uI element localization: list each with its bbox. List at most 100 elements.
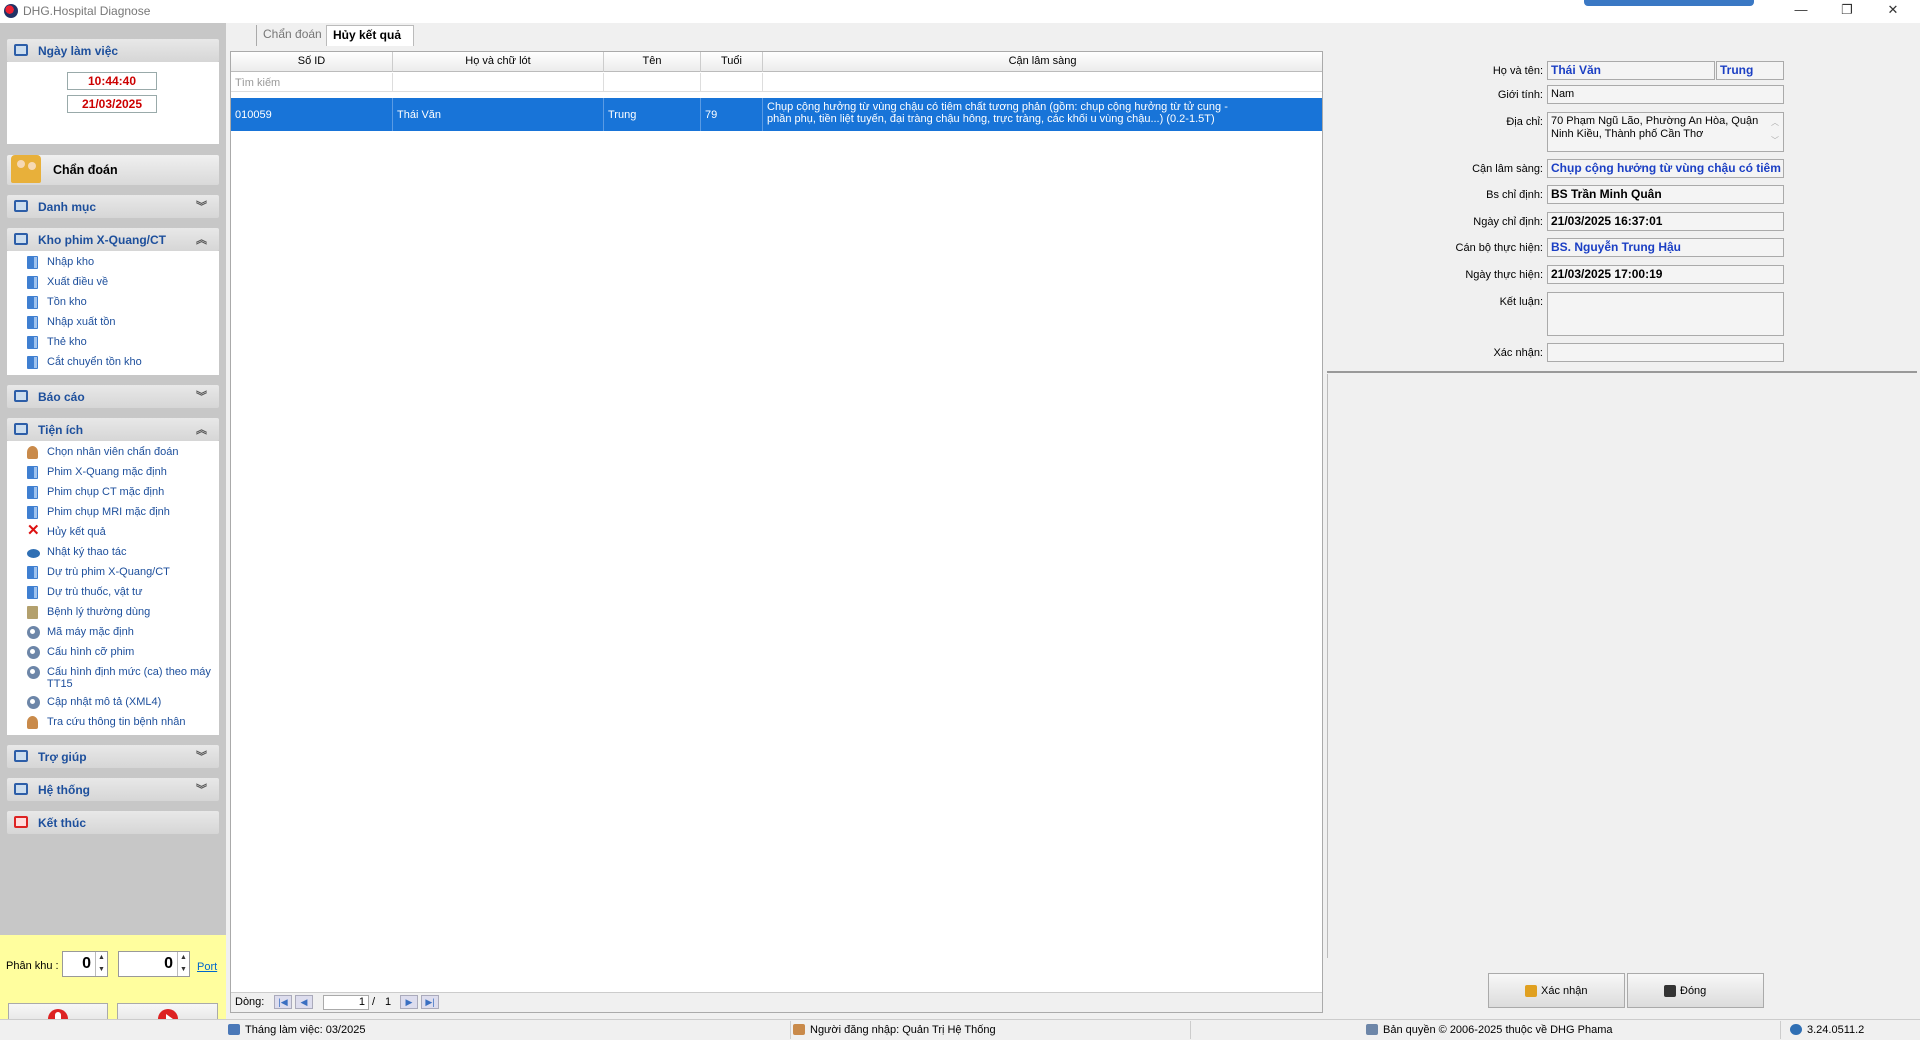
sidebar-item-du-tru-thuoc[interactable]: Dự trù thuốc, vật tư: [7, 583, 219, 603]
status-copyright: Bản quyền © 2006-2025 thuộc về DHG Phama: [1366, 1024, 1612, 1036]
canbo-label: Cán bộ thực hiện:: [1455, 242, 1543, 254]
filter-cell-ten[interactable]: [604, 73, 701, 92]
hethong-header[interactable]: Hệ thống ︾: [7, 778, 219, 801]
canbo-field[interactable]: BS. Nguyễn Trung Hậu: [1547, 238, 1784, 257]
filter-cell-tuoi[interactable]: [701, 73, 763, 92]
sidebar-item-cap-nhat-mo-ta[interactable]: Cập nhật mô tả (XML4): [7, 693, 219, 713]
ngaychidinh-field[interactable]: 21/03/2025 16:37:01: [1547, 212, 1784, 231]
cell-ten-text: Trung: [608, 109, 637, 121]
grid-footer: Dòng: |◀ ◀ 1 / 1 ▶ ▶|: [231, 992, 1322, 1012]
phankhu-stepper[interactable]: 0 ▲ ▼: [62, 951, 108, 977]
kho-header[interactable]: Kho phim X-Quang/CT ︽: [7, 228, 219, 251]
sidebar-item-phim-xquang[interactable]: Phim X-Quang mặc định: [7, 463, 219, 483]
cell-tuoi: 79: [701, 98, 763, 131]
ho-field[interactable]: Thái Văn: [1547, 61, 1715, 80]
sidebar-item-benh-ly[interactable]: Bệnh lý thường dùng: [7, 603, 219, 623]
diachi-field[interactable]: 70 Phạm Ngũ Lão, Phường An Hòa, Quận Nin…: [1547, 112, 1784, 152]
box-icon: [27, 606, 38, 619]
cell-cls-text: Chụp cộng hưởng từ vùng chậu có tiêm chấ…: [767, 101, 1228, 125]
tab-chandoan[interactable]: Chẩn đoán: [256, 25, 328, 46]
date-field[interactable]: 21/03/2025: [67, 95, 157, 113]
restore-icon[interactable]: ❐: [1824, 0, 1870, 22]
sidebar-item-xuat-dieu-ve[interactable]: Xuất điều về: [7, 273, 219, 293]
sidebar-item-label: Hủy kết quả: [47, 526, 106, 538]
sidebar-item-nhap-kho[interactable]: Nhập kho: [7, 253, 219, 273]
book-icon: [27, 276, 38, 289]
tab-huy-ket-qua[interactable]: Hủy kết quả: [326, 25, 415, 46]
close-button[interactable]: Đóng: [1627, 973, 1764, 1008]
next-page-icon[interactable]: ▶: [400, 995, 418, 1009]
page-input[interactable]: 1: [323, 995, 369, 1010]
sidebar-item-ton-kho[interactable]: Tồn kho: [7, 293, 219, 313]
workday-header: Ngày làm việc: [7, 39, 219, 62]
chandoan-button[interactable]: Chẩn đoán: [7, 155, 219, 185]
sidebar-item-label: Xuất điều về: [47, 276, 109, 288]
table-row[interactable]: 010059 Thái Văn Trung 79 Chụp cộng hưởng…: [231, 98, 1322, 131]
cell-cls: Chụp cộng hưởng từ vùng chậu có tiêm chấ…: [763, 98, 1322, 131]
page-separator: /: [372, 996, 376, 1008]
preview-area: [1327, 374, 1917, 958]
filter-cell-ho[interactable]: [393, 73, 604, 92]
tienich-header[interactable]: Tiện ích ︽: [7, 418, 219, 441]
ten-field[interactable]: Trung: [1716, 61, 1784, 80]
column-header-id[interactable]: Số ID: [231, 52, 393, 72]
status-separator: [1780, 1021, 1781, 1039]
baocao-header[interactable]: Báo cáo ︾: [7, 385, 219, 408]
sidebar-item-label: Thẻ kho: [47, 336, 87, 348]
ketthuc-header[interactable]: Kết thúc: [7, 811, 219, 834]
stepper-arrows-icon[interactable]: ▲ ▼: [177, 952, 189, 976]
column-header-tuoi[interactable]: Tuổi: [701, 52, 763, 72]
first-page-icon[interactable]: |◀: [274, 995, 292, 1009]
ngaythuchien-field[interactable]: 21/03/2025 17:00:19: [1547, 265, 1784, 284]
sidebar-item-nhat-ky[interactable]: Nhật ký thao tác: [7, 543, 219, 563]
sidebar-item-cau-hinh-co-phim[interactable]: Cấu hình cỡ phim: [7, 643, 219, 663]
chandoan-label: Chẩn đoán: [53, 163, 118, 177]
search-input[interactable]: Tìm kiếm: [231, 73, 393, 92]
film-icon: [27, 486, 38, 499]
trogiup-header[interactable]: Trợ giúp ︾: [7, 745, 219, 768]
sidebar-item-chon-nhan-vien[interactable]: Chọn nhân viên chẩn đoán: [7, 443, 219, 463]
prev-page-icon[interactable]: ◀: [295, 995, 313, 1009]
xacnhan-field[interactable]: [1547, 343, 1784, 362]
sidebar-item-cat-chuyen-ton-kho[interactable]: Cắt chuyển tồn kho: [7, 353, 219, 373]
bschidinh-field[interactable]: BS Trần Minh Quân: [1547, 185, 1784, 204]
ketluan-field[interactable]: [1547, 292, 1784, 336]
sidebar-item-label: Bệnh lý thường dùng: [47, 606, 151, 618]
cell-ten: Trung: [604, 98, 701, 131]
sidebar-item-tra-cuu[interactable]: Tra cứu thông tin bệnh nhân: [7, 713, 219, 733]
scroll-arrows-icon[interactable]: ︿ ﹀: [1771, 114, 1779, 150]
phankhu-label: Phân khu :: [6, 960, 59, 972]
sidebar-item-phim-ct[interactable]: Phim chụp CT mặc định: [7, 483, 219, 503]
sidebar-item-label: Chọn nhân viên chẩn đoán: [47, 446, 179, 458]
column-header-ten[interactable]: Tên: [604, 52, 701, 72]
help-icon: [14, 750, 28, 762]
sidebar-item-label: Dự trù thuốc, vật tư: [47, 586, 143, 598]
confirm-button[interactable]: Xác nhận: [1488, 973, 1625, 1008]
kho-label: Kho phim X-Quang/CT: [38, 233, 166, 247]
stepper-arrows-icon[interactable]: ▲ ▼: [95, 952, 107, 976]
panel-divider: [1327, 371, 1917, 373]
sidebar-item-du-tru-phim[interactable]: Dự trù phim X-Quang/CT: [7, 563, 219, 583]
close-icon[interactable]: ✕: [1870, 0, 1916, 22]
sidebar-item-huy-ket-qua[interactable]: ✕ Hủy kết quả: [7, 523, 219, 543]
status-separator: [790, 1021, 791, 1039]
ngaychidinh-label: Ngày chỉ định:: [1473, 216, 1543, 228]
filter-cell-cls[interactable]: [763, 73, 1322, 92]
sidebar-item-cau-hinh-dinh-muc[interactable]: Cấu hình định mức (ca) theo máy TT15: [7, 663, 219, 693]
column-header-ho[interactable]: Họ và chữ lót: [393, 52, 604, 72]
navigation-sidebar: Ngày làm việc 10:44:40 21/03/2025 Chẩn đ…: [0, 23, 226, 1033]
cls-field[interactable]: Chụp cộng hưởng từ vùng chậu có tiêm chấ…: [1547, 159, 1784, 178]
sidebar-item-nhap-xuat-ton[interactable]: Nhập xuất tồn: [7, 313, 219, 333]
sidebar-item-phim-mri[interactable]: Phim chụp MRI mặc định: [7, 503, 219, 523]
danhmuc-header[interactable]: Danh mục ︾: [7, 195, 219, 218]
film-icon: [27, 506, 38, 519]
last-page-icon[interactable]: ▶|: [421, 995, 439, 1009]
minimize-icon[interactable]: —: [1778, 0, 1824, 22]
column-header-cls[interactable]: Cận lâm sàng: [763, 52, 1322, 72]
sidebar-item-the-kho[interactable]: Thẻ kho: [7, 333, 219, 353]
port-stepper[interactable]: 0 ▲ ▼: [118, 951, 190, 977]
port-link[interactable]: Port: [197, 961, 217, 973]
status-month: Tháng làm việc: 03/2025: [228, 1024, 365, 1036]
sidebar-item-ma-may[interactable]: Mã máy mặc định: [7, 623, 219, 643]
gioitinh-field[interactable]: Nam: [1547, 85, 1784, 104]
